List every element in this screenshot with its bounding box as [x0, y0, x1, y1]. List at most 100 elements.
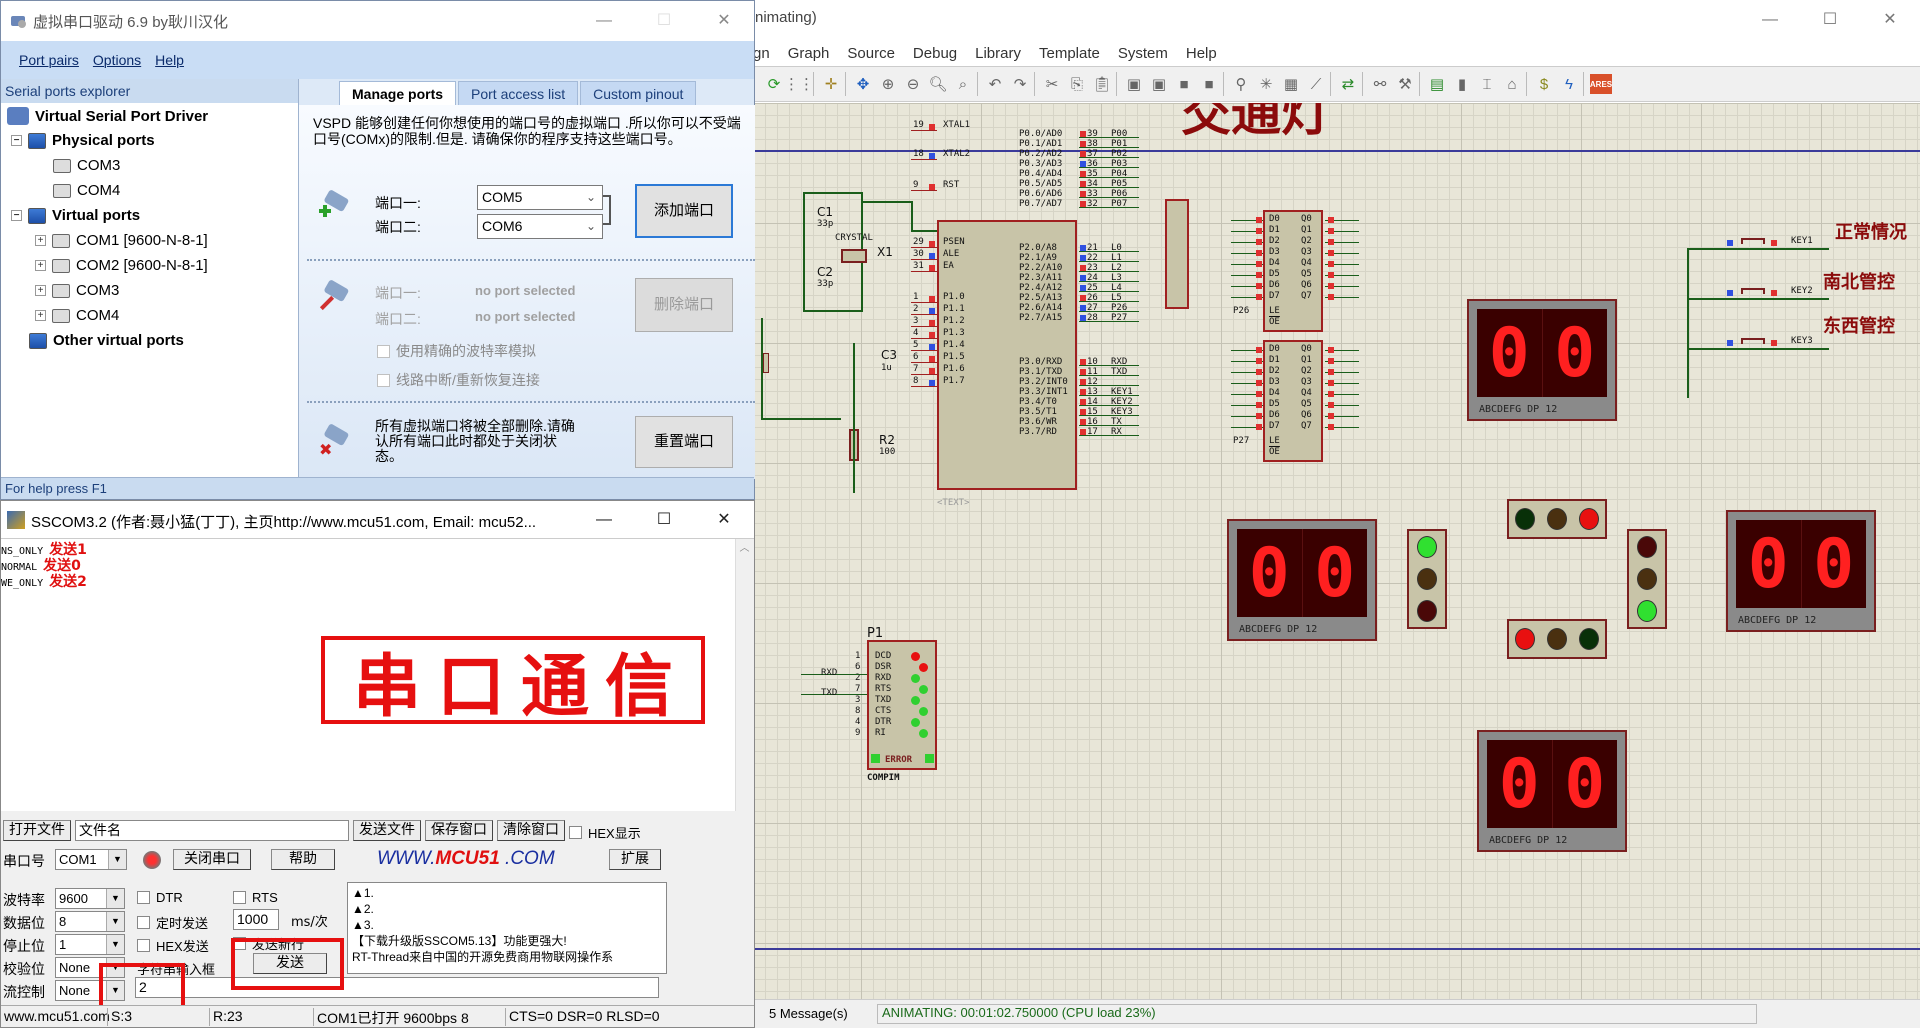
menu-debug[interactable]: Debug	[913, 45, 957, 62]
stopbits-select[interactable]: 1 ▼	[55, 934, 125, 955]
expand-icon[interactable]: +	[35, 310, 46, 321]
hex-display-checkbox[interactable]: HEX显示	[569, 823, 641, 842]
menu-options[interactable]: Options	[93, 52, 141, 68]
redo-icon[interactable]: ↷	[1009, 73, 1031, 95]
block-delete-icon[interactable]: ■	[1198, 73, 1220, 95]
tab-port-access-list[interactable]: Port access list	[458, 81, 579, 105]
checkbox-box[interactable]	[137, 891, 150, 904]
hex-send-checkbox[interactable]: HEX发送	[137, 936, 209, 955]
menu-port-pairs[interactable]: Port pairs	[19, 52, 79, 68]
paste-icon[interactable]: 📋︎	[1091, 73, 1113, 95]
tree-item-com3-physical[interactable]: COM3	[53, 157, 120, 174]
refresh-icon[interactable]: ⟳	[763, 73, 785, 95]
dropdown-arrow-icon[interactable]: ▼	[106, 935, 124, 954]
cut-icon[interactable]: ✂	[1041, 73, 1063, 95]
pan-icon[interactable]: ✥	[852, 73, 874, 95]
filename-input[interactable]: 文件名	[75, 820, 349, 841]
clear-window-button[interactable]: 清除窗口	[497, 820, 565, 841]
push-button-switch[interactable]	[1741, 338, 1765, 344]
maximize-button[interactable]: ☐	[1800, 0, 1860, 40]
menu-system[interactable]: System	[1118, 45, 1168, 62]
ad-line[interactable]: ▲1.	[352, 885, 662, 901]
ad-line[interactable]: 【下载升级版SSCOM5.13】功能更强大!	[352, 933, 662, 949]
block-move-icon[interactable]: ▣	[1148, 73, 1170, 95]
baud-select[interactable]: 9600 ▼	[55, 888, 125, 909]
tree-item-com4-virtual[interactable]: + COM4	[35, 307, 119, 324]
interval-input[interactable]: 1000	[233, 909, 279, 930]
copy-icon[interactable]: ⎘	[1066, 73, 1088, 95]
make-device-icon[interactable]: ✳	[1255, 73, 1277, 95]
property-assign-icon[interactable]: ⚒	[1394, 73, 1416, 95]
add-port-button[interactable]: 添加端口	[635, 184, 733, 238]
ad-line[interactable]: ▲3.	[352, 917, 662, 933]
bill-of-materials-icon[interactable]: $	[1533, 73, 1555, 95]
origin-icon[interactable]: ✛	[820, 73, 842, 95]
ad-line[interactable]: RT-Thread来自中国的开源免费商用物联网操作系	[352, 949, 662, 965]
exit-sheet-icon[interactable]: ⌶	[1476, 73, 1498, 95]
search-icon[interactable]: ⚯	[1369, 73, 1391, 95]
remove-sheet-icon[interactable]: ▮	[1451, 73, 1473, 95]
resistor-pack[interactable]	[1165, 199, 1189, 309]
grid-icon[interactable]: ⋮⋮	[784, 73, 814, 95]
tree-item-com4-physical[interactable]: COM4	[53, 182, 120, 199]
ares-icon[interactable]: ARES	[1590, 74, 1612, 94]
expand-icon[interactable]: +	[35, 285, 46, 296]
messages-count[interactable]: 5 Message(s)	[769, 1006, 848, 1021]
reset-ports-button[interactable]: 重置端口	[635, 416, 733, 468]
new-sheet-icon[interactable]: ▤	[1426, 73, 1448, 95]
menu-library[interactable]: Library	[975, 45, 1021, 62]
port-select[interactable]: COM1 ▼	[55, 849, 127, 870]
checkbox-box[interactable]	[377, 373, 390, 387]
expand-button[interactable]: 扩展	[609, 849, 661, 870]
dropdown-arrow-icon[interactable]: ▼	[106, 912, 124, 931]
send-file-button[interactable]: 发送文件	[353, 820, 421, 841]
checkbox-box[interactable]	[569, 826, 582, 839]
reset-button[interactable]	[763, 353, 769, 373]
help-button[interactable]: 帮助	[271, 849, 335, 870]
expand-icon[interactable]: +	[35, 235, 46, 246]
scroll-up-icon[interactable]: ︿	[736, 539, 753, 554]
close-port-button[interactable]: 关闭串口	[173, 849, 251, 870]
line-break-checkbox[interactable]: 线路中断/重新恢复连接	[377, 370, 540, 390]
zoom-all-icon[interactable]: 🔍︎	[927, 73, 949, 95]
checkbox-box[interactable]	[137, 939, 150, 952]
menu-graph[interactable]: Graph	[788, 45, 830, 62]
send-input[interactable]: 2	[135, 977, 659, 998]
menu-design[interactable]: gn	[753, 45, 770, 62]
close-button[interactable]: ✕	[694, 501, 754, 539]
baud-emulation-checkbox[interactable]: 使用精确的波特率模拟	[377, 341, 536, 361]
receive-scrollbar[interactable]: ︿	[735, 539, 753, 811]
push-button-switch[interactable]	[1741, 238, 1765, 244]
goto-child-icon[interactable]: ⌂	[1501, 73, 1523, 95]
dtr-checkbox[interactable]: DTR	[137, 890, 183, 905]
zoom-area-icon[interactable]: ⌕	[952, 73, 974, 95]
minimize-button[interactable]: —	[1740, 0, 1800, 40]
ad-line[interactable]: ▲2.	[352, 901, 662, 917]
crystal[interactable]	[841, 249, 867, 263]
zoom-in-icon[interactable]: ⊕	[877, 73, 899, 95]
dropdown-arrow-icon[interactable]: ▼	[108, 850, 126, 869]
tree-item-com2-virtual[interactable]: + COM2 [9600-N-8-1]	[35, 257, 208, 274]
menu-help[interactable]: Help	[155, 52, 184, 68]
tab-custom-pinout[interactable]: Custom pinout	[580, 81, 697, 105]
packaging-icon[interactable]: ▦	[1280, 73, 1302, 95]
port2-select[interactable]: COM6 ⌄	[477, 214, 603, 239]
undo-icon[interactable]: ↶	[984, 73, 1006, 95]
wire-autorouter-icon[interactable]: ⇄	[1337, 73, 1359, 95]
rts-checkbox[interactable]: RTS	[233, 890, 278, 905]
close-button[interactable]: ✕	[1860, 0, 1920, 40]
collapse-icon[interactable]: −	[11, 135, 22, 146]
tab-manage-ports[interactable]: Manage ports	[339, 81, 457, 105]
port1-select[interactable]: COM5 ⌄	[477, 185, 603, 210]
menu-help[interactable]: Help	[1186, 45, 1217, 62]
checkbox-box[interactable]	[233, 891, 246, 904]
tree-physical-ports[interactable]: − Physical ports	[11, 132, 155, 149]
minimize-button[interactable]: —	[574, 1, 634, 41]
schematic-canvas[interactable]: 交通灯 C1 33p C2 33p CRYSTAL X1 C3 1u R2 10…	[741, 103, 1920, 999]
menu-source[interactable]: Source	[847, 45, 895, 62]
decompose-icon[interactable]: ⟋	[1305, 73, 1327, 95]
push-button-switch[interactable]	[1741, 288, 1765, 294]
minimize-button[interactable]: —	[574, 501, 634, 539]
checkbox-box[interactable]	[137, 916, 150, 929]
collapse-icon[interactable]: −	[11, 210, 22, 221]
